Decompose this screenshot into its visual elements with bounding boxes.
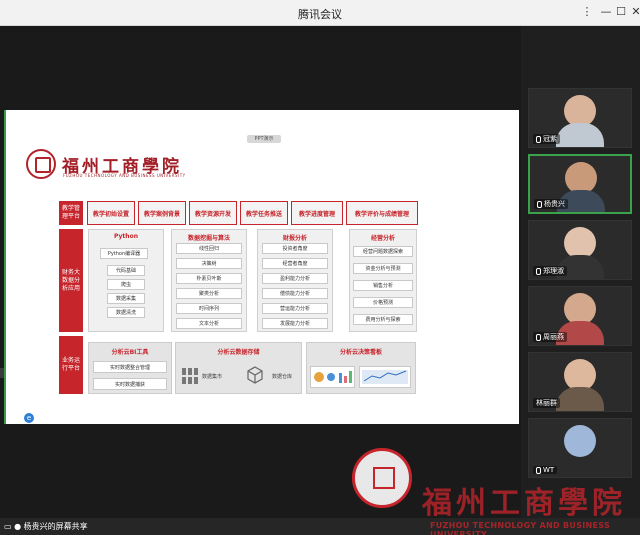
tab-task-push[interactable]: 教学任务推送 — [240, 201, 288, 225]
mic-icon — [536, 333, 541, 341]
mic-icon — [536, 267, 541, 275]
participant-avatar — [564, 425, 596, 457]
window-title: 腾讯会议 — [298, 8, 342, 21]
mic-icon — [536, 135, 541, 143]
block-title: 分析云BI工具 — [111, 349, 149, 356]
chip-item: 营运能力分析 — [262, 303, 328, 314]
school-watermark-logo — [352, 448, 412, 508]
school-name-en: FUZHOU TECHNOLOGY AND BUSINESS UNIVERSIT… — [63, 173, 186, 178]
participant-name: 郑理淑 — [533, 266, 567, 276]
chip-item: 费用分析与探索 — [353, 314, 413, 325]
mic-icon — [537, 200, 542, 208]
chip-item: 盈利能力分析 — [262, 273, 328, 284]
grid-icon — [182, 368, 198, 384]
participant-tile-active[interactable]: 杨贵兴 — [528, 154, 632, 214]
share-status-text: 杨贵兴的屏幕共享 — [23, 522, 88, 531]
chip-item: 实时数据整合管理 — [93, 361, 167, 373]
warehouse-label: 数据仓库 — [272, 374, 293, 380]
chip-item: 价格预测 — [353, 297, 413, 308]
participant-name: 周丽燕 — [533, 332, 567, 342]
participant-tile[interactable]: 郑理淑 — [528, 220, 632, 280]
chip-item: 发展能力分析 — [262, 318, 328, 329]
screen-share-icon: ▭ — [4, 522, 12, 531]
mic-icon: ● — [14, 522, 22, 531]
participant-tile[interactable]: 周丽燕 — [528, 286, 632, 346]
chip-item: 销售分析 — [353, 280, 413, 291]
tab-evaluation[interactable]: 教学评价与成绩管理 — [346, 201, 418, 225]
watermark-school-cn: 福州工商學院 — [422, 486, 626, 521]
column-title: Python — [114, 233, 138, 240]
chip-item: 偿债能力分析 — [262, 288, 328, 299]
watermark-school-en: FUZHOU TECHNOLOGY AND BUSINESS UNIVERSIT… — [430, 521, 611, 535]
title-bar: 腾讯会议 ⋮ — ☐ ✕ — [0, 0, 640, 26]
chip-item: 线性回归 — [176, 243, 242, 254]
participant-name: WT — [533, 466, 558, 474]
participant-tile[interactable]: 林丽群 — [528, 352, 632, 412]
cube-icon — [245, 365, 265, 385]
row-label-teaching: 教学管理平台 — [59, 201, 83, 225]
block-title: 分析云决策看板 — [339, 349, 382, 356]
chip-item: 数据采集 — [107, 293, 145, 304]
chip-item: 资金分析与预测 — [353, 263, 413, 274]
chip-item: 决策树 — [176, 258, 242, 269]
tab-case-background[interactable]: 教学案例背景 — [138, 201, 186, 225]
school-logo — [26, 149, 56, 179]
participant-name: 林丽群 — [533, 398, 560, 408]
tab-progress[interactable]: 教学进度管理 — [291, 201, 343, 225]
share-status: ▭ ● 杨贵兴的屏幕共享 — [4, 521, 88, 532]
participant-body — [556, 123, 604, 147]
row-label-business: 业务运行平台 — [59, 336, 83, 394]
column-title: 财报分析 — [282, 235, 307, 242]
slide-tab[interactable]: PPT演示 — [247, 135, 281, 143]
chip-item: 数据清洗 — [107, 307, 145, 318]
column-title: 经营分析 — [370, 235, 395, 242]
ie-icon[interactable]: e — [24, 413, 34, 423]
tab-teaching-setup[interactable]: 教学初始设置 — [87, 201, 135, 225]
close-icon[interactable]: ✕ — [627, 3, 640, 21]
participant-tile[interactable]: 冠紫 — [528, 88, 632, 148]
chip-item: 代码基础 — [107, 265, 145, 276]
chip-item: 投资者角度 — [262, 243, 328, 254]
participant-name: 冠紫 — [533, 134, 560, 144]
row-label-finance: 财务大数据分析应用 — [59, 229, 83, 332]
chip-item: 聚类分析 — [176, 288, 242, 299]
chip-item: 实时数据捕获 — [93, 378, 167, 390]
participant-tile[interactable]: WT — [528, 418, 632, 478]
dashboard-thumbnail — [359, 366, 411, 388]
dashboard-thumbnail — [310, 366, 355, 388]
chip-item: 爬虫 — [107, 279, 145, 290]
participant-name: 杨贵兴 — [534, 199, 568, 209]
mic-icon — [536, 466, 541, 474]
pin-icon[interactable]: ⋮ — [578, 3, 596, 21]
chip-item: 时间序列 — [176, 303, 242, 314]
chip-item: 朴素贝叶斯 — [176, 273, 242, 284]
chip-item: 经营问题数据探索 — [353, 246, 413, 257]
datamart-label: 数据集市 — [202, 374, 223, 380]
block-title: 分析云数据存储 — [217, 349, 260, 356]
chip-item: 经营者角度 — [262, 258, 328, 269]
meeting-window: 腾讯会议 ⋮ — ☐ ✕ < PPT演示 福州工商學院 FUZHOU TECHN… — [0, 0, 640, 535]
column-title: 数据挖掘与算法 — [187, 235, 230, 242]
tab-resource-dev[interactable]: 教学资源开发 — [189, 201, 237, 225]
chip-item: 文本分析 — [176, 318, 242, 329]
participant-body — [556, 387, 604, 411]
chip-item: Python编译器 — [100, 248, 148, 259]
